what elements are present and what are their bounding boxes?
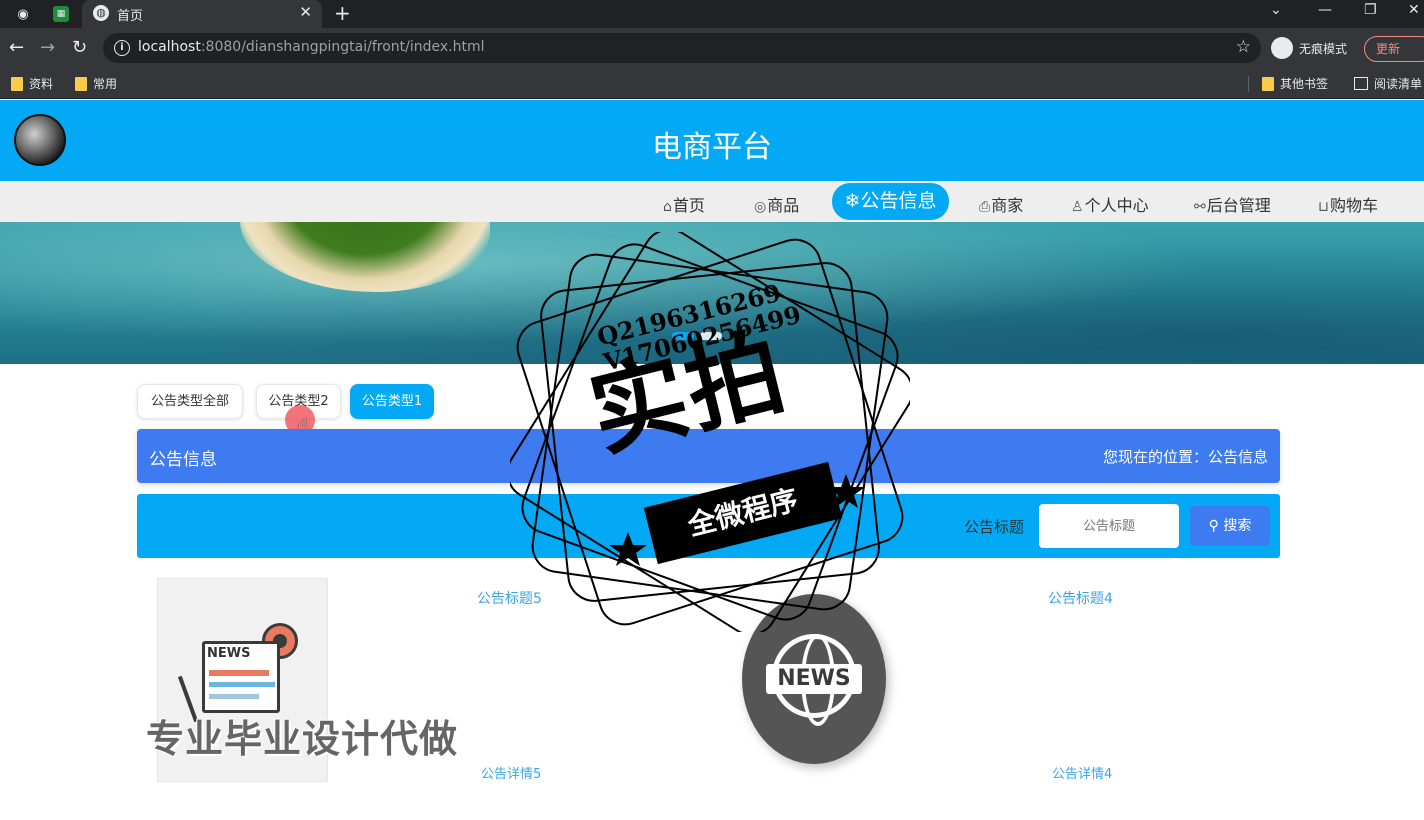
news-detail-4[interactable]: 公告详情4 xyxy=(1052,763,1112,782)
reload-icon[interactable]: ↻ xyxy=(72,37,87,58)
nav-cart[interactable]: ⊔购物车 xyxy=(1318,192,1378,216)
user-icon: ♙ xyxy=(1071,199,1084,215)
paper-line xyxy=(209,694,259,699)
nav-label: 个人中心 xyxy=(1084,196,1149,215)
url-field[interactable]: i localhost:8080/dianshangpingtai/front/… xyxy=(103,33,1261,63)
globe-icon[interactable]: ◉ xyxy=(14,5,32,23)
close-window-icon[interactable]: ✕ xyxy=(1408,2,1420,18)
incognito-indicator[interactable]: 无痕模式 xyxy=(1271,37,1347,59)
bookmark-folder-ziliao[interactable]: 资料 xyxy=(11,75,53,92)
snowflake-icon: ❄ xyxy=(844,190,861,212)
nav-label: 后台管理 xyxy=(1206,196,1271,215)
bookmark-folder-changyong[interactable]: 常用 xyxy=(75,75,117,92)
search-button[interactable]: ⚲ 搜索 xyxy=(1190,506,1270,546)
folder-icon xyxy=(1262,76,1274,91)
site-header: 电商平台 xyxy=(0,100,1424,181)
printer-icon: ⎙ xyxy=(979,199,991,215)
bookmark-star-icon[interactable]: ☆ xyxy=(1236,37,1251,57)
tab-close-icon[interactable]: ✕ xyxy=(299,3,312,21)
back-icon[interactable]: ← xyxy=(9,37,24,58)
incognito-icon xyxy=(1271,37,1293,59)
search-icon: ⚲ xyxy=(1208,518,1219,534)
bookmark-label: 常用 xyxy=(93,77,118,91)
folder-icon xyxy=(75,76,87,91)
bookmark-label: 资料 xyxy=(29,77,54,91)
address-bar: ← → ↻ i localhost:8080/dianshangpingtai/… xyxy=(0,28,1424,68)
new-tab-icon[interactable]: + xyxy=(334,1,351,25)
search-label: 公告标题 xyxy=(964,518,1025,536)
nav-merchant[interactable]: ⎙商家 xyxy=(979,192,1023,216)
incognito-label: 无痕模式 xyxy=(1299,41,1348,56)
other-bookmarks[interactable]: 其他书签 xyxy=(1262,75,1328,92)
folder-icon xyxy=(11,76,23,91)
news-detail-5[interactable]: 公告详情5 xyxy=(481,763,541,782)
newspaper-icon: NEWS xyxy=(202,641,280,713)
page-title: 公告信息 xyxy=(149,450,217,470)
nav-label: 公告信息 xyxy=(860,190,937,212)
link-icon: ⚯ xyxy=(1194,199,1206,215)
home-icon: ⌂ xyxy=(663,199,672,215)
news-band-label: NEWS xyxy=(777,666,851,691)
nav-admin[interactable]: ⚯后台管理 xyxy=(1194,192,1271,216)
site-title: 电商平台 xyxy=(652,130,772,165)
tab-search-icon[interactable]: ⌄ xyxy=(1270,2,1282,18)
news-title-4[interactable]: 公告标题4 xyxy=(1048,588,1113,608)
nav-personal[interactable]: ♙个人中心 xyxy=(1071,192,1149,216)
info-icon[interactable]: i xyxy=(114,40,130,56)
nav-home[interactable]: ⌂首页 xyxy=(663,192,705,216)
watermark-bottom: 专业毕业设计代做 xyxy=(146,717,459,761)
goods-icon: ◎ xyxy=(754,199,767,215)
type-all-button[interactable]: 公告类型全部 xyxy=(137,384,243,419)
reading-list-icon xyxy=(1354,77,1368,90)
reading-list-label: 阅读清单 xyxy=(1374,77,1423,91)
tab-globe-icon: ◍ xyxy=(93,5,109,21)
main-nav: ⌂首页 ◎商品 ❄公告信息 ⎙商家 ♙个人中心 ⚯后台管理 ⊔购物车 xyxy=(0,181,1424,222)
paper-line xyxy=(209,682,275,687)
news-band: NEWS xyxy=(766,664,862,694)
cart-icon: ⊔ xyxy=(1318,199,1329,215)
news-title-5[interactable]: 公告标题5 xyxy=(477,588,542,608)
search-button-label: 搜索 xyxy=(1223,518,1252,534)
nav-goods[interactable]: ◎商品 xyxy=(754,192,799,216)
bookmark-separator xyxy=(1248,76,1249,92)
active-tab[interactable]: ◍ 首页 ✕ xyxy=(82,0,322,28)
news-image-4[interactable]: NEWS xyxy=(742,594,886,764)
minimize-icon[interactable]: — xyxy=(1318,2,1332,18)
bookmarks-bar: 资料 常用 其他书签 阅读清单 xyxy=(0,68,1424,99)
restore-icon[interactable]: ❐ xyxy=(1364,2,1377,18)
reading-list[interactable]: 阅读清单 xyxy=(1354,75,1422,92)
paper-line xyxy=(209,670,269,676)
sheets-icon[interactable]: ▦ xyxy=(53,6,69,22)
search-input[interactable] xyxy=(1039,504,1179,548)
url-text: localhost:8080/dianshangpingtai/front/in… xyxy=(138,39,485,55)
forward-icon[interactable]: → xyxy=(40,37,55,58)
newspaper-label: NEWS xyxy=(207,646,251,661)
nav-label: 商家 xyxy=(991,196,1024,215)
type-1-button[interactable]: 公告类型1 xyxy=(350,384,434,419)
nav-label: 商品 xyxy=(767,196,800,215)
tab-title: 首页 xyxy=(117,9,144,24)
other-bookmarks-label: 其他书签 xyxy=(1280,77,1329,91)
nav-label: 购物车 xyxy=(1329,196,1378,215)
current-position: 您现在的位置：公告信息 xyxy=(1102,448,1268,466)
update-button[interactable]: 更新 xyxy=(1364,36,1424,62)
browser-tab-bar: ◉ ▦ ◍ 首页 ✕ + ⌄ — ❐ ✕ xyxy=(0,0,1424,28)
nav-notice[interactable]: ❄公告信息 xyxy=(832,183,949,220)
nav-label: 首页 xyxy=(672,196,705,215)
